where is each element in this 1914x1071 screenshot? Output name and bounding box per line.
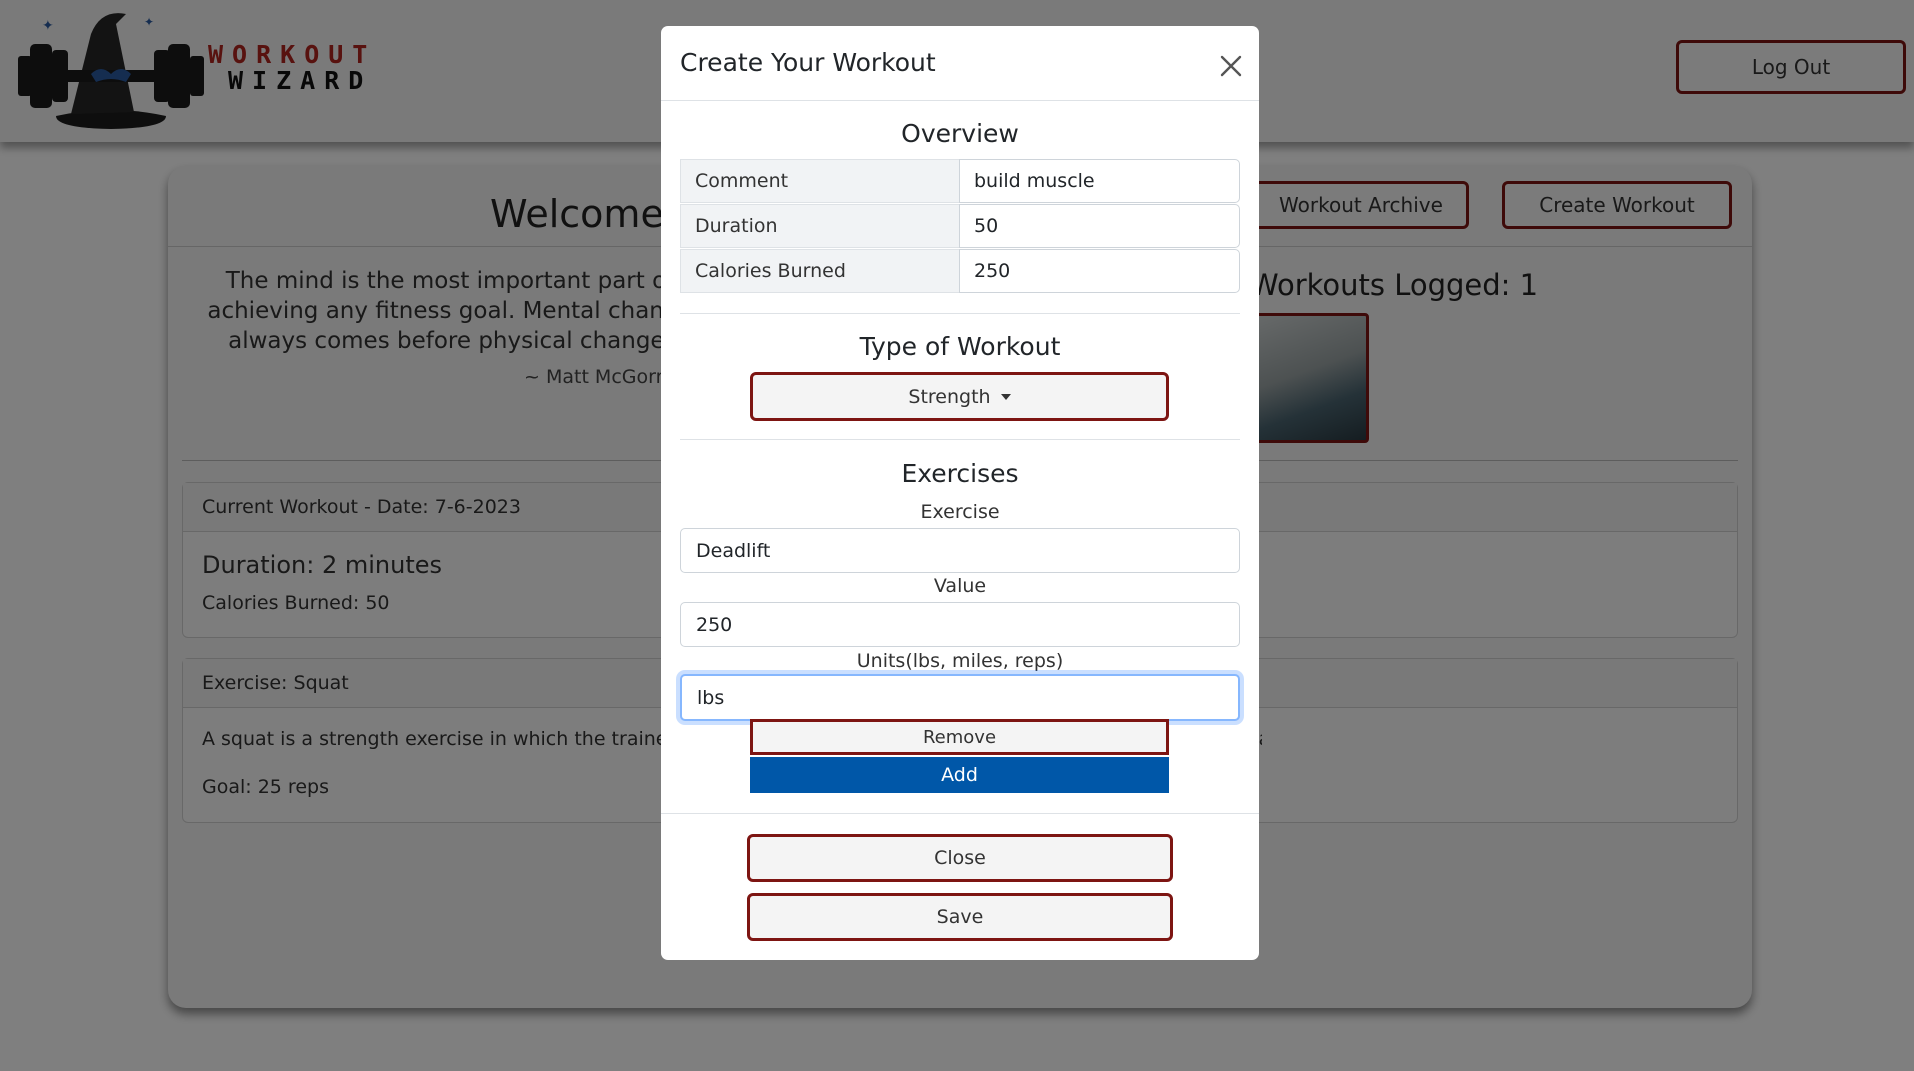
overview-divider bbox=[680, 313, 1240, 314]
caret-down-icon bbox=[1000, 393, 1011, 400]
exercise-name-field[interactable] bbox=[680, 528, 1240, 573]
save-button[interactable]: Save bbox=[747, 893, 1173, 941]
units-label: Units(lbs, miles, reps) bbox=[856, 650, 1064, 672]
duration-field[interactable] bbox=[959, 204, 1240, 248]
overview-row-duration: Duration bbox=[680, 204, 1240, 248]
remove-exercise-button[interactable]: Remove bbox=[750, 719, 1169, 755]
close-button[interactable]: Close bbox=[747, 834, 1173, 882]
create-workout-modal: Create Your Workout Overview Comment Dur… bbox=[661, 26, 1259, 960]
value-label: Value bbox=[933, 575, 987, 597]
comment-label: Comment bbox=[680, 159, 960, 203]
modal-footer-divider bbox=[661, 813, 1259, 814]
overview-row-comment: Comment bbox=[680, 159, 1240, 203]
calories-burned-field[interactable] bbox=[959, 249, 1240, 293]
workout-type-title: Type of Workout bbox=[859, 332, 1061, 361]
close-icon[interactable] bbox=[1217, 52, 1245, 80]
workout-type-selected: Strength bbox=[908, 385, 991, 408]
calories-burned-label: Calories Burned bbox=[680, 249, 960, 293]
exercises-title: Exercises bbox=[901, 459, 1019, 488]
exercise-label: Exercise bbox=[920, 501, 1000, 523]
duration-label: Duration bbox=[680, 204, 960, 248]
units-field[interactable] bbox=[680, 674, 1240, 721]
modal-title: Create Your Workout bbox=[680, 48, 936, 77]
add-exercise-button[interactable]: Add bbox=[750, 757, 1169, 793]
modal-header-divider bbox=[661, 100, 1259, 101]
comment-field[interactable] bbox=[959, 159, 1240, 203]
workout-type-dropdown[interactable]: Strength bbox=[750, 372, 1169, 421]
exercise-value-field[interactable] bbox=[680, 602, 1240, 647]
type-divider bbox=[680, 439, 1240, 440]
overview-row-calories: Calories Burned bbox=[680, 249, 1240, 293]
overview-title: Overview bbox=[901, 119, 1019, 148]
